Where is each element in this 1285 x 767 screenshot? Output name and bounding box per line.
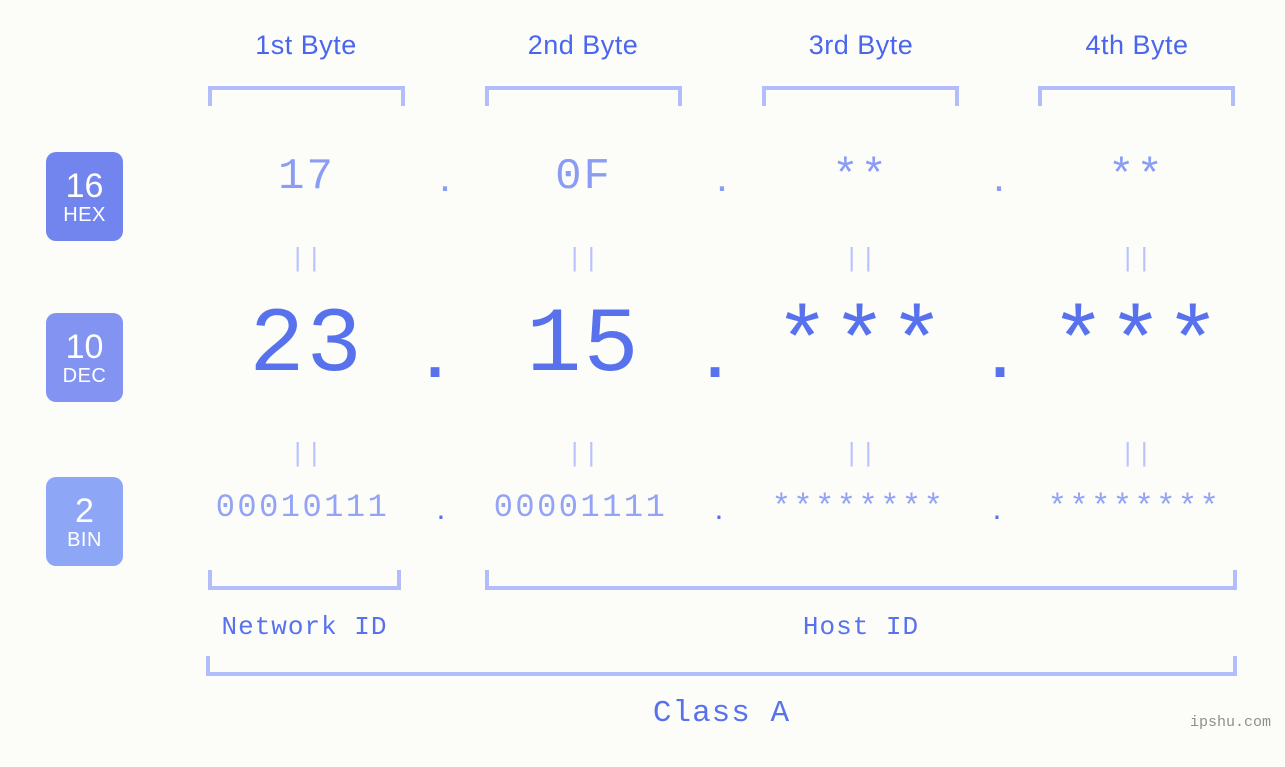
hex-value-byte-4: ** xyxy=(1108,152,1165,202)
dec-value-byte-4: *** xyxy=(1050,293,1223,398)
byte-header-2: 2nd Byte xyxy=(527,30,639,60)
dec-separator-2: . xyxy=(702,295,728,397)
badge-bin-label: BIN xyxy=(67,528,102,551)
bin-separator-1: . xyxy=(436,490,446,526)
badge-dec-number: 10 xyxy=(65,327,104,366)
bin-value-byte-4: ******** xyxy=(1047,489,1222,526)
equality-connector-hex-dec-4: || xyxy=(1119,244,1154,274)
network-id-label: Network ID xyxy=(221,612,388,642)
dec-value-byte-1: 23 xyxy=(249,293,364,398)
hex-separator-2: . xyxy=(715,152,729,201)
badge-dec-label: DEC xyxy=(62,364,107,387)
byte-bracket-top-2 xyxy=(485,86,682,106)
class-bracket xyxy=(206,656,1237,676)
equality-connector-hex-dec-3: || xyxy=(843,244,878,274)
network-id-bracket xyxy=(208,570,401,590)
bin-separator-3: . xyxy=(992,490,1002,526)
dec-value-byte-3: *** xyxy=(774,293,947,398)
equality-connector-dec-bin-2: || xyxy=(566,439,601,469)
byte-header-3: 3rd Byte xyxy=(808,30,914,60)
byte-bracket-top-4 xyxy=(1038,86,1235,106)
badge-hex-label: HEX xyxy=(63,203,106,226)
bin-value-byte-1: 00010111 xyxy=(215,489,390,526)
bin-value-byte-3: ******** xyxy=(771,489,946,526)
dec-separator-1: . xyxy=(422,295,448,397)
hex-separator-1: . xyxy=(438,152,452,201)
watermark: ipshu.com xyxy=(1189,714,1271,731)
badge-bin: 2 BIN xyxy=(46,477,123,566)
byte-header-1: 1st Byte xyxy=(255,30,357,60)
equality-connector-dec-bin-1: || xyxy=(289,439,324,469)
badge-dec: 10 DEC xyxy=(46,313,123,402)
byte-header-4: 4th Byte xyxy=(1085,30,1189,60)
bin-separator-2: . xyxy=(714,490,724,526)
bin-value-byte-2: 00001111 xyxy=(493,489,668,526)
byte-bracket-top-3 xyxy=(762,86,959,106)
hex-value-byte-2: 0F xyxy=(555,152,612,202)
dec-value-byte-2: 15 xyxy=(526,293,641,398)
host-id-bracket xyxy=(485,570,1237,590)
hex-separator-3: . xyxy=(992,152,1006,201)
byte-bracket-top-1 xyxy=(208,86,405,106)
equality-connector-dec-bin-3: || xyxy=(843,439,878,469)
equality-connector-hex-dec-2: || xyxy=(566,244,601,274)
hex-value-byte-3: ** xyxy=(832,152,889,202)
dec-separator-3: . xyxy=(987,295,1013,397)
ip-byte-breakdown-diagram: 1st Byte 2nd Byte 3rd Byte 4th Byte 16 H… xyxy=(0,0,1285,767)
badge-bin-number: 2 xyxy=(75,491,94,530)
host-id-label: Host ID xyxy=(802,612,920,642)
badge-hex-number: 16 xyxy=(65,166,104,205)
equality-connector-dec-bin-4: || xyxy=(1119,439,1154,469)
class-label: Class A xyxy=(652,696,791,731)
badge-hex: 16 HEX xyxy=(46,152,123,241)
hex-value-byte-1: 17 xyxy=(278,152,335,202)
equality-connector-hex-dec-1: || xyxy=(289,244,324,274)
